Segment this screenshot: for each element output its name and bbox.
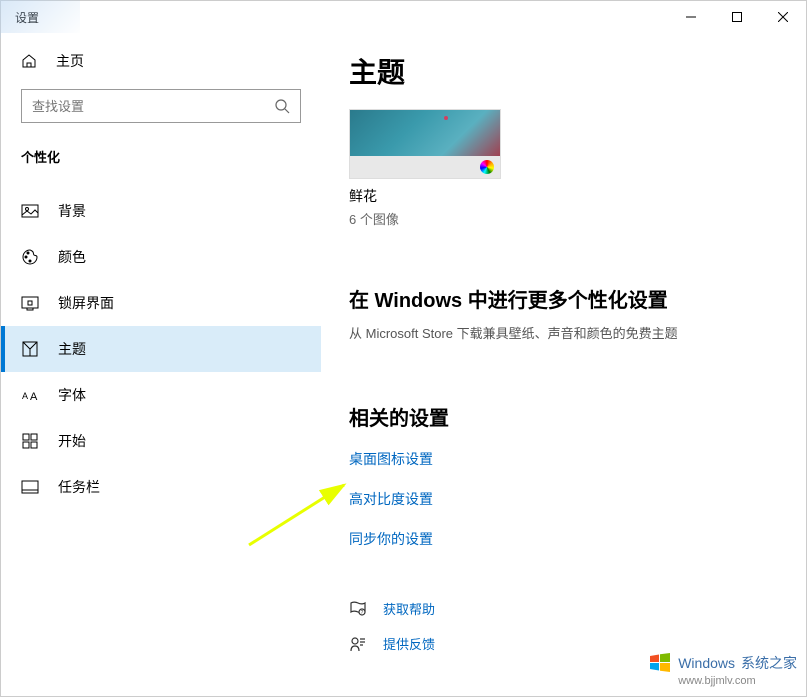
maximize-button[interactable] (714, 1, 760, 33)
get-help-label: 获取帮助 (383, 599, 435, 618)
svg-text:?: ? (361, 610, 364, 616)
titlebar: 设置 (1, 1, 806, 33)
sidebar-item-label: 任务栏 (58, 477, 100, 497)
sidebar: 主页 个性化 背景 颜色 锁屏界面 主题 (1, 33, 321, 696)
search-input[interactable] (32, 99, 274, 114)
watermark: Windows 系统之家 www.bjjmlv.com (648, 651, 797, 687)
color-wheel-icon (480, 160, 494, 174)
sidebar-item-label: 字体 (58, 385, 86, 405)
theme-preview[interactable]: 鲜花 6 个图像 (349, 109, 501, 228)
sidebar-item-colors[interactable]: 颜色 (1, 234, 321, 280)
sidebar-item-fonts[interactable]: AA 字体 (1, 372, 321, 418)
window-controls (668, 1, 806, 33)
sidebar-item-label: 开始 (58, 431, 86, 451)
watermark-brand: Windows (678, 655, 735, 671)
minimize-button[interactable] (668, 1, 714, 33)
theme-icon (21, 340, 39, 358)
get-help-link[interactable]: ? 获取帮助 (349, 599, 806, 618)
theme-image-count: 6 个图像 (349, 209, 501, 228)
watermark-url: www.bjjmlv.com (678, 675, 755, 687)
sidebar-item-background[interactable]: 背景 (1, 188, 321, 234)
taskbar-icon (21, 478, 39, 496)
help-icon: ? (349, 600, 367, 618)
sidebar-item-label: 颜色 (58, 247, 86, 267)
link-high-contrast-settings[interactable]: 高对比度设置 (349, 489, 806, 509)
sidebar-item-lockscreen[interactable]: 锁屏界面 (1, 280, 321, 326)
watermark-suffix: 系统之家 (741, 653, 797, 673)
theme-name: 鲜花 (349, 186, 501, 206)
annotation-arrow (244, 450, 364, 550)
svg-text:A: A (30, 391, 38, 403)
sidebar-item-label: 锁屏界面 (58, 293, 114, 313)
close-button[interactable] (760, 1, 806, 33)
page-title: 主题 (349, 51, 806, 91)
home-label: 主页 (56, 51, 84, 71)
sidebar-item-label: 主题 (58, 339, 86, 359)
home-nav[interactable]: 主页 (1, 41, 321, 81)
link-sync-settings[interactable]: 同步你的设置 (349, 529, 806, 549)
window-title: 设置 (15, 9, 668, 26)
start-icon (21, 432, 39, 450)
lockscreen-icon (21, 294, 39, 312)
theme-thumbnail (349, 109, 501, 179)
search-box[interactable] (21, 89, 301, 123)
related-settings-title: 相关的设置 (349, 402, 806, 431)
svg-text:A: A (22, 391, 28, 401)
more-personalization-desc: 从 Microsoft Store 下载兼具壁纸、声音和颜色的免费主题 (349, 323, 806, 342)
main-content: 主题 鲜花 6 个图像 在 Windows 中进行更多个性化设置 从 Micro… (321, 33, 806, 696)
windows-logo-icon (648, 651, 672, 675)
sidebar-section-header: 个性化 (1, 137, 321, 188)
feedback-icon (349, 635, 367, 653)
picture-icon (21, 202, 39, 220)
more-personalization-title: 在 Windows 中进行更多个性化设置 (349, 284, 806, 313)
sidebar-item-label: 背景 (58, 201, 86, 221)
font-icon: AA (21, 386, 39, 404)
search-icon (274, 98, 290, 114)
home-icon (21, 53, 37, 69)
palette-icon (21, 248, 39, 266)
sidebar-item-themes[interactable]: 主题 (1, 326, 321, 372)
link-desktop-icon-settings[interactable]: 桌面图标设置 (349, 449, 806, 469)
feedback-label: 提供反馈 (383, 634, 435, 653)
